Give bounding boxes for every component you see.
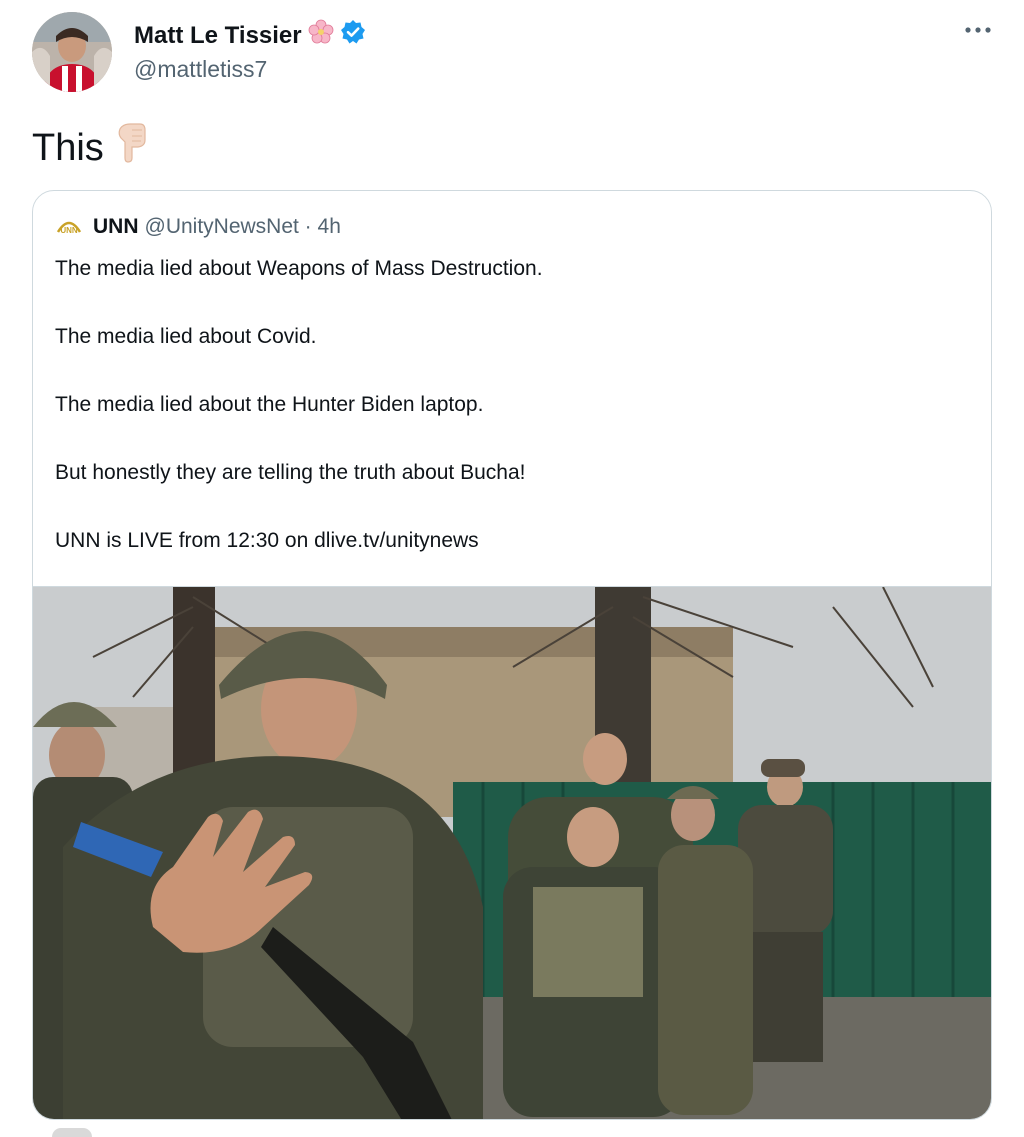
cherry-blossom-icon xyxy=(308,19,334,52)
more-options-icon[interactable] xyxy=(958,18,998,42)
user-handle[interactable]: @mattletiss7 xyxy=(134,56,267,82)
quoted-line: The media lied about the Hunter Biden la… xyxy=(55,393,484,416)
quoted-author-meta: @UnityNewsNet · 4h xyxy=(144,215,341,238)
quoted-tweet-body: The media lied about Weapons of Mass Des… xyxy=(55,255,955,595)
quoted-tweet-header: UNN UNN @UnityNewsNet · 4h xyxy=(55,213,341,241)
verified-badge-icon xyxy=(340,19,366,52)
soldiers-photo xyxy=(33,587,991,1119)
avatar[interactable] xyxy=(32,12,112,92)
quoted-author-name[interactable]: UNN xyxy=(93,213,139,241)
tweet-text-row: This xyxy=(32,120,148,176)
display-name-row[interactable]: Matt Le Tissier xyxy=(134,19,366,52)
quoted-tweet-photo[interactable] xyxy=(33,586,991,1119)
quoted-line: The media lied about Covid. xyxy=(55,325,317,348)
quoted-tweet-card[interactable]: UNN UNN @UnityNewsNet · 4h The media lie… xyxy=(32,190,992,1120)
display-name[interactable]: Matt Le Tissier xyxy=(134,22,302,50)
quoted-line: But honestly they are telling the truth … xyxy=(55,461,526,484)
avatar-image xyxy=(32,12,112,92)
tweet-text: This xyxy=(32,127,104,169)
unn-logo-icon: UNN xyxy=(55,216,83,238)
next-item-avatar-edge xyxy=(52,1128,92,1137)
quoted-line: UNN is LIVE from 12:30 on dlive.tv/unity… xyxy=(55,529,479,552)
svg-text:UNN: UNN xyxy=(60,226,78,235)
quoted-line: The media lied about Weapons of Mass Des… xyxy=(55,257,543,280)
pointing-down-icon xyxy=(114,120,148,176)
